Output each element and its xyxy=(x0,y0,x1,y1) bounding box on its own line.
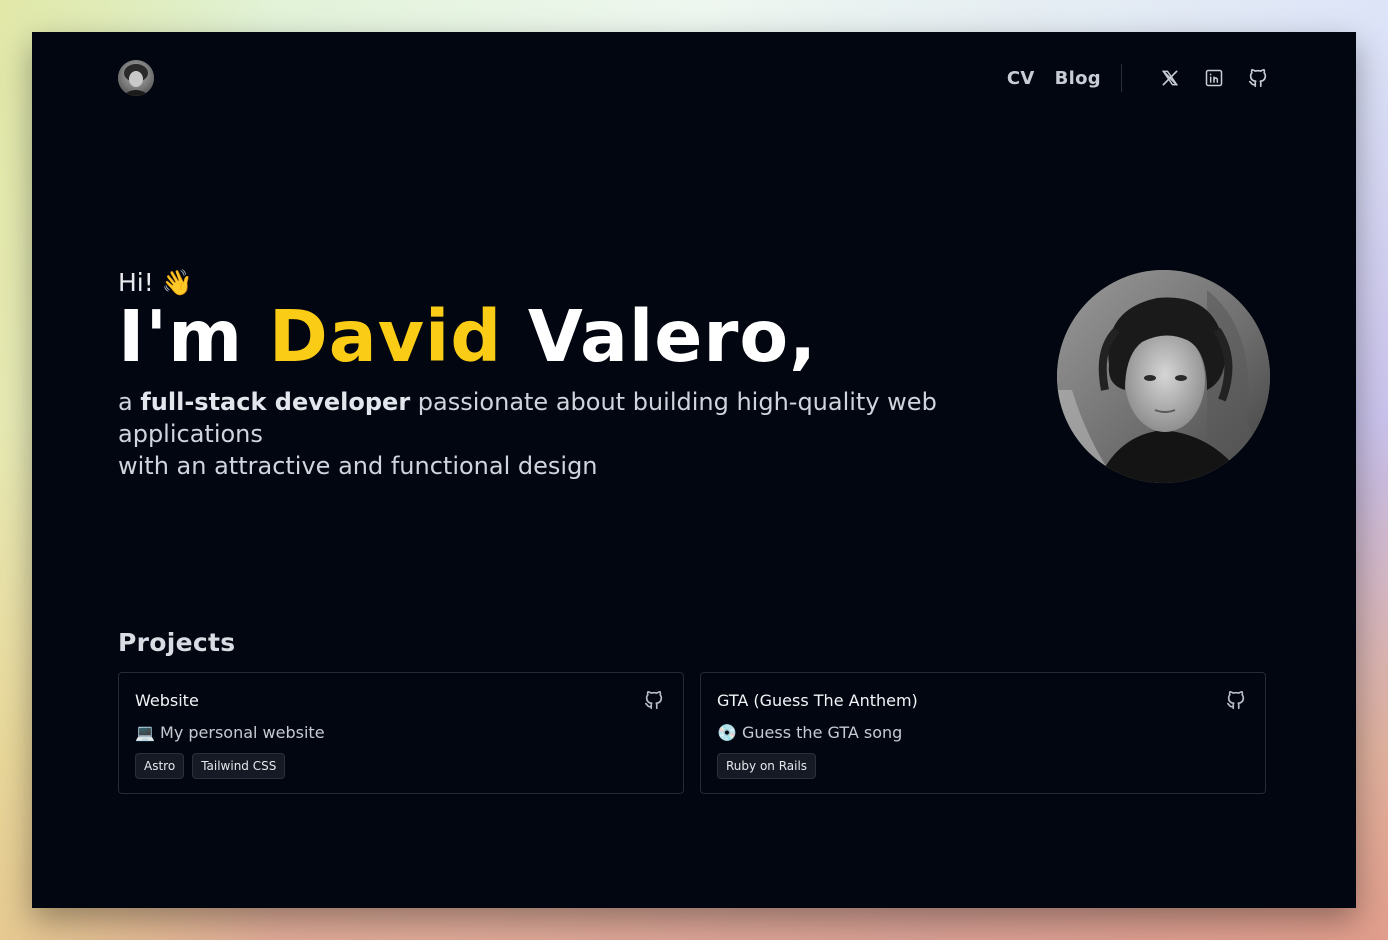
github-icon[interactable] xyxy=(643,689,667,713)
github-icon[interactable] xyxy=(1246,66,1270,90)
project-description: 💿 Guess the GTA song xyxy=(717,723,903,742)
project-name[interactable]: Website xyxy=(135,691,199,710)
hero-title-prefix: I'm xyxy=(118,295,269,378)
project-tags: Ruby on Rails xyxy=(717,753,817,779)
project-card-website[interactable]: Website 💻 My personal website Astro Tail… xyxy=(118,672,684,794)
tag-astro: Astro xyxy=(135,753,185,779)
tag-ruby-on-rails: Ruby on Rails xyxy=(717,753,817,779)
hero-subtitle-role: full-stack developer xyxy=(140,388,411,416)
page-container: CV Blog Hi! 👋 I'm David Valero, a full-s… xyxy=(118,32,1270,908)
project-name[interactable]: GTA (Guess The Anthem) xyxy=(717,691,918,710)
hero-title: I'm David Valero, xyxy=(118,295,818,378)
nav-link-blog[interactable]: Blog xyxy=(1055,68,1101,89)
hero-greeting: Hi! 👋 xyxy=(118,268,193,297)
project-tags: Astro Tailwind CSS xyxy=(135,753,286,779)
site-header: CV Blog xyxy=(118,60,1270,96)
nav-divider xyxy=(1121,64,1122,92)
hero-subtitle-a: a xyxy=(118,388,141,416)
projects-grid: Website 💻 My personal website Astro Tail… xyxy=(118,672,1270,794)
tag-tailwind: Tailwind CSS xyxy=(192,753,286,779)
project-description: 💻 My personal website xyxy=(135,723,325,742)
browser-window: CV Blog Hi! 👋 I'm David Valero, a full-s… xyxy=(32,32,1356,908)
hero-subtitle: a full-stack developer passionate about … xyxy=(118,386,968,482)
project-card-gta[interactable]: GTA (Guess The Anthem) 💿 Guess the GTA s… xyxy=(700,672,1266,794)
x-twitter-icon[interactable] xyxy=(1158,66,1182,90)
linkedin-icon[interactable] xyxy=(1202,66,1226,90)
header-nav: CV Blog xyxy=(1007,60,1270,96)
projects-heading: Projects xyxy=(118,628,236,657)
github-icon[interactable] xyxy=(1225,689,1249,713)
avatar-image xyxy=(118,60,154,96)
logo-avatar[interactable] xyxy=(118,60,154,96)
nav-link-cv[interactable]: CV xyxy=(1007,68,1035,89)
hero-title-name: David xyxy=(268,295,503,378)
hero-title-suffix: Valero, xyxy=(502,295,818,378)
hero-subtitle-line2: with an attractive and functional design xyxy=(118,452,598,480)
profile-photo xyxy=(1057,270,1270,483)
